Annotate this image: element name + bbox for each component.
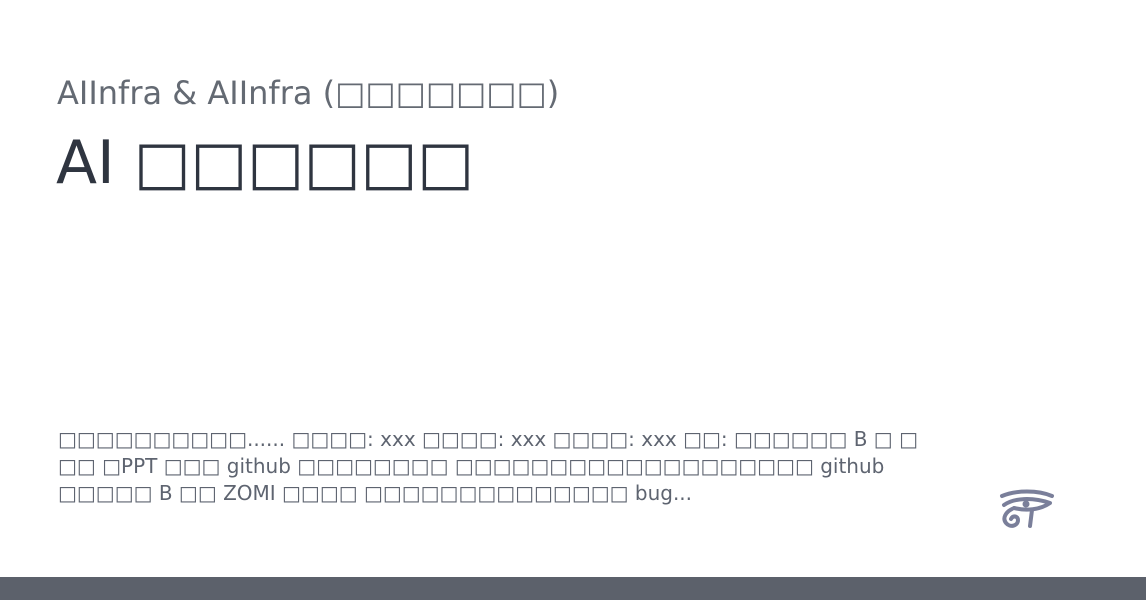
footer-bar <box>0 577 1146 600</box>
eye-of-horus-icon <box>1000 489 1054 528</box>
site-title: AIInfra & AIInfra (□□□□□□□) <box>57 74 560 112</box>
preview-card: AIInfra & AIInfra (□□□□□□□) AI □□□□□□ □□… <box>0 0 1146 577</box>
page-title: AI □□□□□□ <box>56 128 474 198</box>
page-description: □□□□□□□□□□...... □□□□: xxx □□□□: xxx □□□… <box>58 427 918 505</box>
